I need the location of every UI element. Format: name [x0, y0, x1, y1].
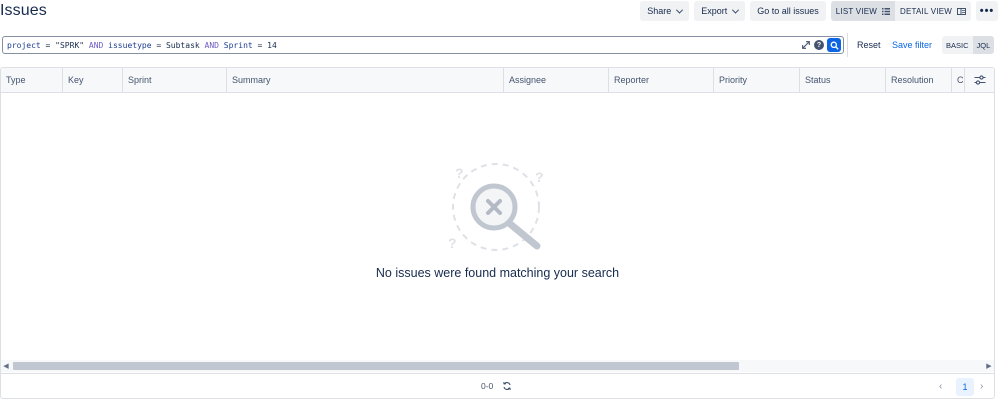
jql-token: =: [151, 40, 166, 50]
next-page-icon[interactable]: ›: [980, 381, 983, 392]
search-icon: [830, 41, 839, 50]
save-filter-button[interactable]: Save filter: [892, 36, 932, 54]
column-header-resolution[interactable]: Resolution: [886, 68, 952, 92]
page-title: Issues: [0, 2, 47, 19]
help-icon[interactable]: ?: [814, 40, 824, 50]
scrollbar-thumb[interactable]: [13, 362, 739, 370]
table-footer: 0-0 ‹ 1 ›: [1, 373, 994, 398]
column-header-key[interactable]: Key: [63, 68, 123, 92]
search-mode-toggle: BASIC JQL: [942, 36, 995, 54]
divider: [847, 33, 848, 57]
table-header: Type Key Sprint Summary Assignee Reporte…: [1, 68, 994, 93]
refresh-icon[interactable]: [502, 381, 512, 391]
column-header-summary[interactable]: Summary: [227, 68, 504, 92]
reset-button[interactable]: Reset: [857, 36, 881, 54]
jql-token: 14: [267, 40, 277, 50]
column-header-assignee[interactable]: Assignee: [504, 68, 609, 92]
page-button-current[interactable]: 1: [956, 378, 974, 396]
jql-token: =: [40, 40, 56, 50]
empty-state-message: No issues were found matching your searc…: [375, 266, 620, 280]
column-settings-button[interactable]: [964, 68, 994, 92]
detail-view-label: DETAIL VIEW: [900, 6, 952, 16]
jql-token: AND: [199, 40, 224, 50]
detail-view-button[interactable]: DETAIL VIEW: [895, 1, 971, 21]
previous-page-icon[interactable]: ‹: [939, 381, 942, 392]
jql-token: AND: [84, 40, 109, 50]
column-header-priority[interactable]: Priority: [714, 68, 800, 92]
go-to-all-issues-button[interactable]: Go to all issues: [750, 1, 826, 21]
basic-mode-button[interactable]: BASIC: [942, 36, 973, 54]
share-button-label: Share: [647, 6, 672, 16]
list-icon: [882, 7, 890, 15]
list-view-button[interactable]: LIST VIEW: [830, 1, 895, 21]
page-toolbar: Share Export Go to all issues LIST VIEW …: [635, 0, 998, 22]
jql-token: =: [252, 40, 268, 50]
jql-mode-button[interactable]: JQL: [972, 36, 995, 54]
scroll-right-icon[interactable]: ▶: [984, 360, 994, 372]
column-header-status[interactable]: Status: [800, 68, 886, 92]
chevron-down-icon: [732, 6, 740, 14]
view-toggle: LIST VIEW DETAIL VIEW: [830, 1, 971, 21]
chevron-down-icon: [676, 6, 684, 14]
scroll-left-icon[interactable]: ◀: [1, 360, 11, 372]
column-header-sprint[interactable]: Sprint: [123, 68, 227, 92]
share-button[interactable]: Share: [640, 1, 690, 21]
jql-token: issuetype: [108, 40, 152, 50]
search-button[interactable]: [827, 38, 841, 52]
column-header-type[interactable]: Type: [1, 68, 63, 92]
jql-search-input[interactable]: project = "SPRK" AND issuetype = Subtask…: [2, 36, 844, 54]
no-results-illustration: ? ? ?: [448, 163, 544, 251]
list-view-label: LIST VIEW: [835, 6, 877, 16]
go-to-all-issues-label: Go to all issues: [757, 6, 819, 16]
svg-text:?: ?: [535, 169, 544, 185]
svg-text:?: ?: [455, 165, 464, 181]
jql-actions: ?: [801, 38, 841, 52]
export-button[interactable]: Export: [694, 1, 746, 21]
jql-token: Subtask: [165, 40, 200, 50]
expand-icon[interactable]: [801, 40, 811, 50]
column-settings-icon: [974, 75, 985, 85]
export-button-label: Export: [701, 6, 728, 16]
horizontal-scrollbar[interactable]: ◀ ▶: [1, 360, 994, 372]
jql-token: Sprint: [223, 40, 253, 50]
results-count: 0-0: [481, 381, 494, 391]
more-actions-button[interactable]: •••: [976, 1, 998, 21]
column-header-reporter[interactable]: Reporter: [609, 68, 714, 92]
detail-view-icon: [957, 7, 966, 15]
svg-text:?: ?: [448, 235, 457, 251]
jql-token: project: [7, 40, 41, 50]
jql-token: "SPRK": [55, 40, 85, 50]
